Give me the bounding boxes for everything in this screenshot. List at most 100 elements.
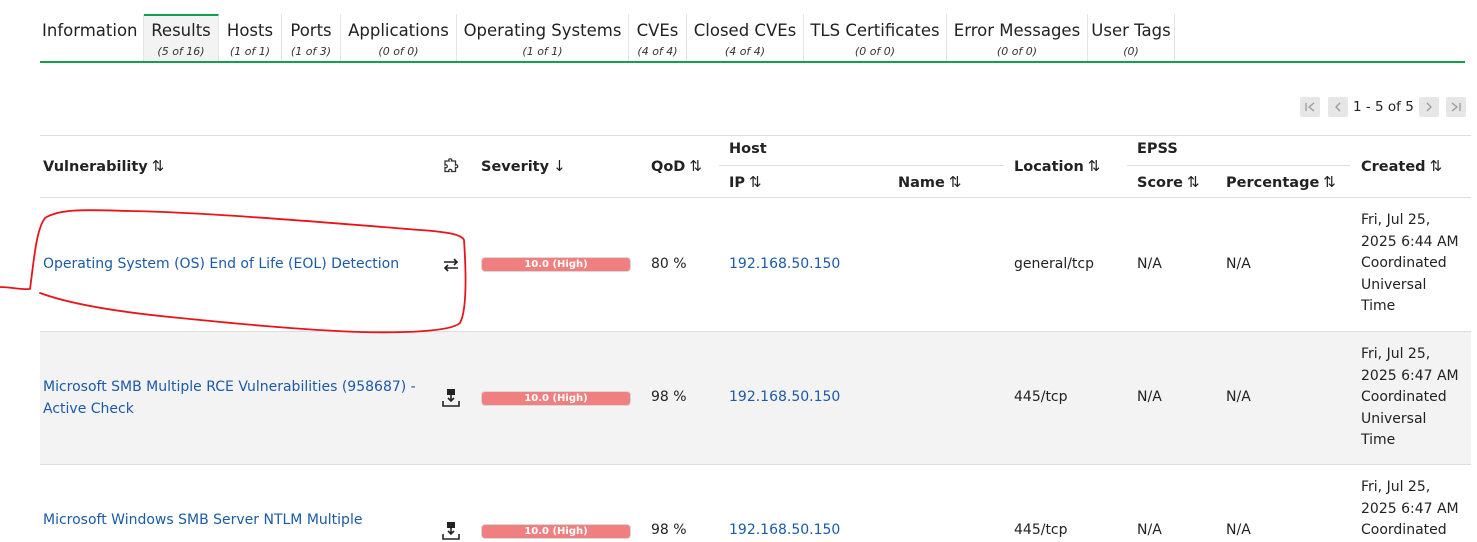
vendor-fix-icon — [442, 389, 460, 407]
table-top-border — [40, 135, 1471, 136]
tab-information[interactable]: Information — [40, 14, 144, 61]
location-value: general/tcp — [1014, 256, 1095, 272]
tab-cves[interactable]: CVEs (4 of 4) — [629, 14, 687, 61]
table-row[interactable]: Microsoft Windows SMB Server NTLM Multip… — [40, 464, 1471, 540]
tab-label: CVEs — [636, 21, 679, 40]
vulnerability-link[interactable]: Microsoft SMB Multiple RCE Vulnerabiliti… — [43, 377, 416, 420]
epss-percentage: N/A — [1226, 256, 1251, 272]
sort-icon: ⇅ — [1429, 157, 1443, 175]
tab-count: (5 of 16) — [157, 45, 205, 58]
created-timestamp: Fri, Jul 25, 2025 6:47 AM Coordinated — [1361, 477, 1459, 542]
column-header-location[interactable]: Location ⇅ — [1014, 157, 1100, 175]
tab-user-tags[interactable]: User Tags (0) — [1088, 14, 1175, 61]
tab-count: (0 of 0) — [378, 45, 419, 58]
tab-count: (0 of 0) — [996, 45, 1038, 58]
sort-icon: ⇅ — [948, 173, 962, 191]
column-group-epss: EPSS — [1137, 141, 1178, 157]
host-ip-link[interactable]: 192.168.50.150 — [729, 522, 840, 538]
column-header-label: Vulnerability — [43, 159, 148, 175]
vulnerability-link[interactable]: Operating System (OS) End of Life (EOL) … — [43, 254, 399, 276]
tab-label: Applications — [348, 21, 449, 40]
created-line: Fri, Jul 25, — [1361, 479, 1431, 495]
pagination-text: 1 - 5 of 5 — [1353, 99, 1414, 115]
sort-icon: ⇅ — [1323, 173, 1336, 191]
created-line: Time — [1361, 432, 1396, 448]
tab-tls-certificates[interactable]: TLS Certificates (0 of 0) — [804, 14, 947, 61]
vulnerability-link[interactable]: Microsoft Windows SMB Server NTLM Multip… — [43, 510, 362, 532]
column-header-name[interactable]: Name ⇅ — [898, 173, 961, 191]
vulnerability-name: Operating System (OS) End of Life (EOL) … — [43, 256, 400, 272]
tab-count: (1 of 1) — [522, 45, 563, 58]
tab-count: (4 of 4) — [724, 45, 766, 58]
created-timestamp: Fri, Jul 25, 2025 6:47 AM Coordinated Un… — [1361, 344, 1459, 452]
sort-icon: ⇅ — [151, 157, 165, 175]
tab-label: Hosts — [226, 21, 274, 40]
qod-value: 80 % — [651, 256, 687, 272]
location-value: 445/tcp — [1014, 389, 1068, 405]
column-header-score[interactable]: Score ⇅ — [1137, 173, 1200, 191]
created-line: Universal — [1361, 410, 1427, 427]
previous-page-button[interactable] — [1328, 97, 1348, 117]
tab-hosts[interactable]: Hosts (1 of 1) — [219, 14, 282, 61]
tab-applications[interactable]: Applications (0 of 0) — [341, 14, 457, 61]
host-group-divider — [719, 165, 1004, 166]
column-header-ip[interactable]: IP ⇅ — [729, 173, 762, 191]
first-page-button[interactable] — [1300, 97, 1320, 117]
host-ip-link[interactable]: 192.168.50.150 — [729, 256, 840, 272]
epss-percentage: N/A — [1226, 522, 1251, 538]
report-tabs: Information Results (5 of 16) Hosts (1 o… — [40, 14, 1465, 63]
solution-type-header — [440, 154, 462, 180]
previous-page-icon — [1335, 102, 1341, 112]
tab-label: Ports — [290, 21, 332, 40]
created-line: Universal — [1361, 276, 1427, 293]
table-row[interactable]: Microsoft SMB Multiple RCE Vulnerabiliti… — [40, 331, 1471, 464]
tab-label: Error Messages — [953, 21, 1081, 40]
vulnerability-name: Microsoft Windows SMB Server NTLM Multip… — [43, 512, 363, 528]
created-line: Time — [1361, 298, 1396, 314]
column-header-created[interactable]: Created ⇅ — [1361, 157, 1442, 175]
tab-count: (1 of 1) — [229, 45, 271, 58]
column-header-label: QoD — [651, 159, 686, 175]
tab-results[interactable]: Results (5 of 16) — [144, 14, 219, 61]
created-line: 2025 6:47 AM — [1361, 500, 1459, 517]
column-header-label: IP — [729, 175, 746, 191]
tab-operating-systems[interactable]: Operating Systems (1 of 1) — [457, 14, 629, 61]
vulnerability-name: Microsoft SMB Multiple RCE Vulnerabiliti… — [43, 379, 416, 395]
host-ip-link[interactable]: 192.168.50.150 — [729, 389, 840, 405]
severity-bar: 10.0 (High) — [481, 391, 631, 406]
severity-bar: 10.0 (High) — [481, 524, 631, 539]
next-page-button[interactable] — [1418, 97, 1439, 117]
created-line: 2025 6:47 AM — [1361, 367, 1459, 384]
sort-icon: ⇅ — [1187, 173, 1200, 191]
created-line: 2025 6:44 AM — [1361, 233, 1459, 250]
table-row[interactable]: Operating System (OS) End of Life (EOL) … — [40, 197, 1471, 331]
tab-label: Information — [42, 21, 138, 40]
tab-label: Operating Systems — [463, 21, 622, 40]
tab-closed-cves[interactable]: Closed CVEs (4 of 4) — [687, 14, 804, 61]
created-line: Fri, Jul 25, — [1361, 346, 1431, 362]
column-header-label: Location — [1014, 159, 1084, 175]
vulnerability-name-continued: Active Check — [43, 400, 134, 417]
tab-count: (4 of 4) — [637, 45, 678, 58]
sort-descending-icon: ↓ — [553, 157, 566, 175]
epss-score: N/A — [1137, 522, 1162, 538]
column-header-percentage[interactable]: Percentage ⇅ — [1226, 173, 1336, 191]
sort-icon: ⇅ — [689, 157, 702, 175]
created-line: Coordinated — [1361, 522, 1447, 538]
tab-error-messages[interactable]: Error Messages (0 of 0) — [947, 14, 1088, 61]
column-header-label: Name — [898, 175, 945, 191]
column-header-severity[interactable]: Severity ↓ — [481, 157, 566, 175]
sort-icon: ⇅ — [1087, 157, 1101, 175]
sort-icon: ⇅ — [749, 173, 762, 191]
column-header-qod[interactable]: QoD ⇅ — [651, 157, 702, 175]
column-header-vulnerability[interactable]: Vulnerability ⇅ — [43, 157, 164, 175]
created-timestamp: Fri, Jul 25, 2025 6:44 AM Coordinated Un… — [1361, 210, 1459, 318]
location-value: 445/tcp — [1014, 522, 1068, 538]
qod-value: 98 % — [651, 522, 687, 538]
vendor-fix-icon — [442, 522, 460, 540]
tab-ports[interactable]: Ports (1 of 3) — [282, 14, 341, 61]
last-page-button[interactable] — [1445, 97, 1466, 117]
column-header-label: Created — [1361, 159, 1426, 175]
tab-label: Closed CVEs — [693, 21, 797, 40]
tab-count: (0) — [1123, 45, 1139, 58]
